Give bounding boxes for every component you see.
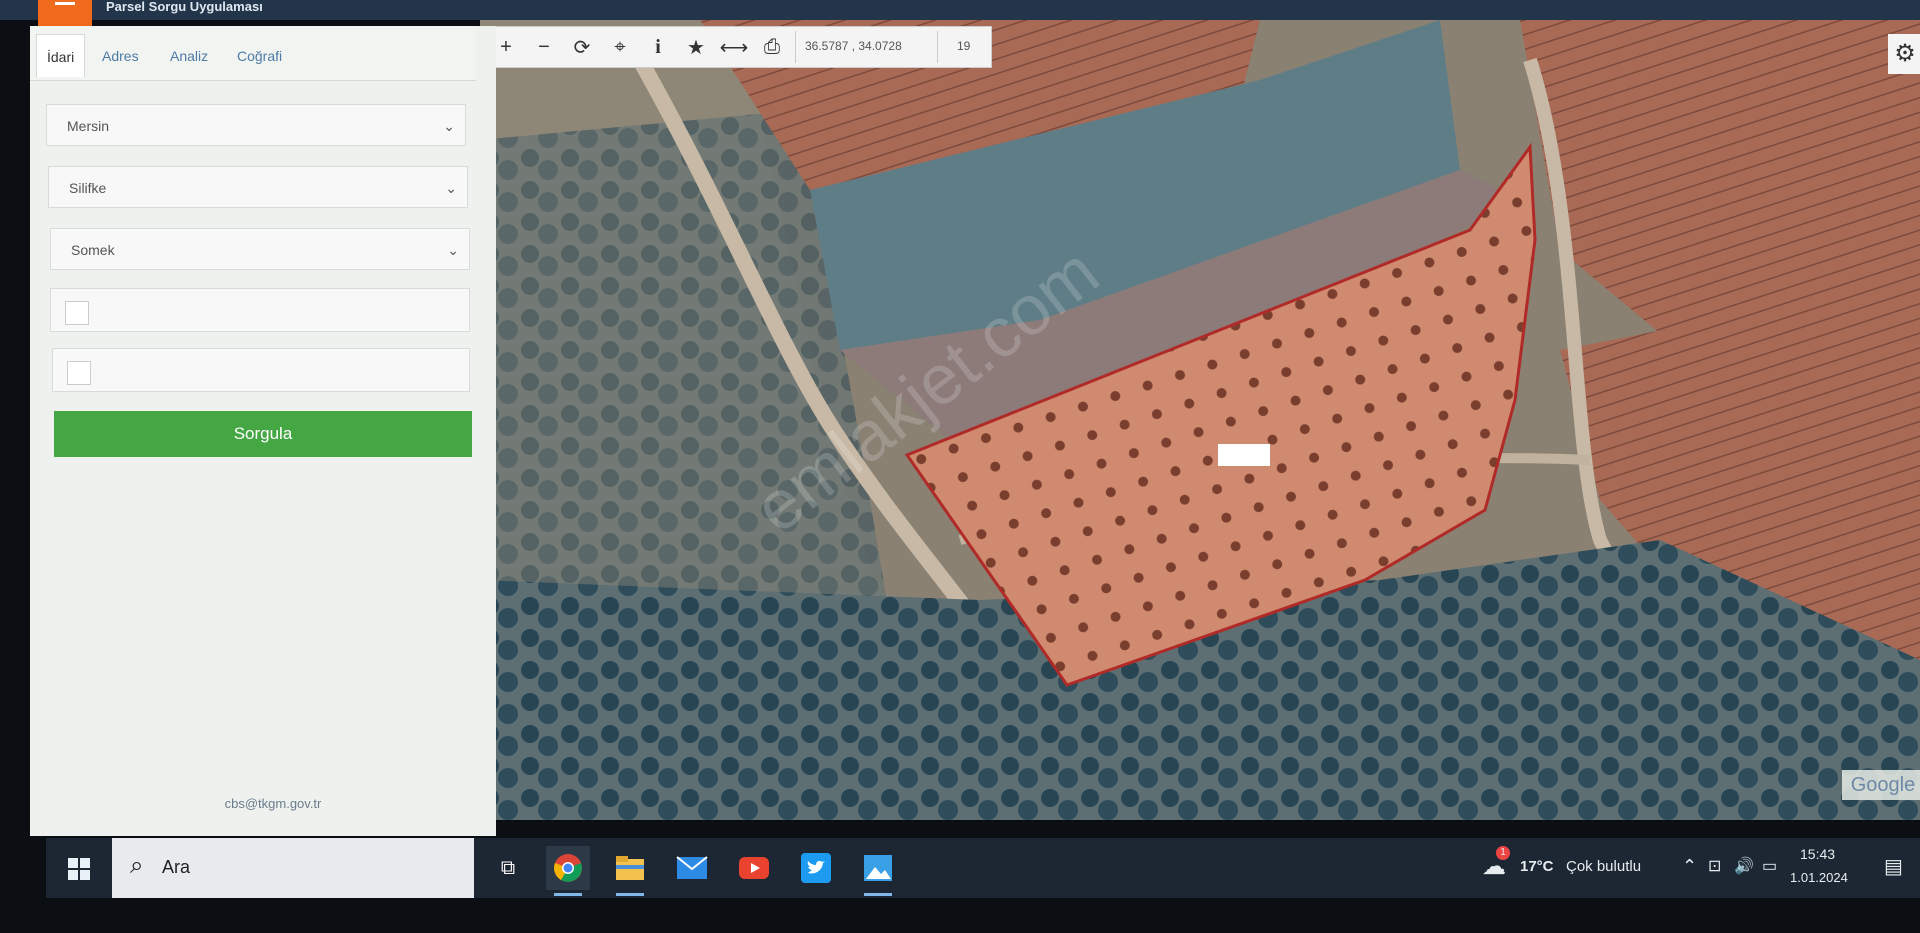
taskbar-search[interactable]: ⌕ Ara — [112, 838, 474, 898]
mail-icon[interactable] — [670, 846, 714, 890]
photos-icon[interactable] — [856, 846, 900, 896]
tab-bar: İdari Adres Analiz Coğrafi — [30, 26, 476, 81]
active-indicator — [616, 893, 644, 896]
chevron-down-icon: ⌄ — [447, 242, 459, 258]
search-icon: ⌕ — [130, 852, 144, 879]
windows-start-icon[interactable] — [68, 858, 90, 880]
chrome-icon[interactable] — [546, 846, 590, 896]
map-imagery — [480, 20, 1920, 820]
chevron-down-icon: ⌄ — [443, 118, 455, 134]
zoom-level: 19 — [957, 39, 971, 53]
province-select[interactable]: Mersin ⌄ — [46, 104, 466, 146]
sorgula-button[interactable]: Sorgula — [54, 411, 472, 457]
coordinates-readout: 36.5787 , 34.0728 — [805, 39, 902, 53]
network-icon[interactable]: ⊡ — [1708, 856, 1721, 876]
clock-time[interactable]: 15:43 — [1800, 846, 1835, 862]
map-toolbar: + − ⟳ ⌖ i ★ ⟷ ⎙ 36.5787 , 34.0728 19 — [486, 26, 992, 68]
tab-adres[interactable]: Adres — [102, 48, 139, 64]
hamburger-icon — [55, 2, 75, 5]
neighborhood-select[interactable]: Somek ⌄ — [50, 228, 470, 270]
battery-icon[interactable]: ▭ — [1762, 856, 1777, 876]
youtube-icon[interactable] — [732, 846, 776, 890]
task-view-icon[interactable]: ⧉ — [486, 846, 530, 890]
province-value: Mersin — [67, 118, 110, 134]
clock-date[interactable]: 1.01.2024 — [1790, 870, 1848, 885]
refresh-icon[interactable]: ⟳ — [563, 27, 601, 67]
block-value — [65, 301, 89, 325]
toolbar-divider — [795, 31, 796, 63]
query-panel: İdari Adres Analiz Coğrafi Mersin ⌄ Sili… — [30, 26, 496, 836]
info-icon[interactable]: i — [639, 27, 677, 67]
parcel-value — [67, 361, 91, 385]
notification-badge: 1 — [1496, 846, 1510, 860]
satellite-map[interactable]: emlakjet.com — [480, 20, 1920, 820]
menu-button[interactable] — [38, 0, 92, 26]
block-input[interactable] — [50, 288, 470, 332]
volume-icon[interactable]: 🔊 — [1734, 856, 1754, 876]
app-topbar: Parsel Sorgu Uygulaması — [0, 0, 1920, 26]
district-select[interactable]: Silifke ⌄ — [48, 166, 468, 208]
zoom-out-icon[interactable]: − — [525, 27, 563, 67]
neighborhood-value: Somek — [71, 242, 115, 258]
tab-cografi[interactable]: Coğrafi — [237, 48, 282, 64]
toolbar-divider — [937, 31, 938, 63]
contact-email[interactable]: cbs@tkgm.gov.tr — [50, 796, 496, 811]
locate-icon[interactable]: ⌖ — [601, 27, 639, 67]
active-indicator — [554, 893, 582, 896]
action-center-icon[interactable]: ▤ — [1884, 854, 1903, 879]
app-title: Parsel Sorgu Uygulaması — [106, 0, 263, 14]
google-attribution: Google — [1842, 770, 1920, 800]
weather-condition[interactable]: Çok bulutlu — [1566, 858, 1641, 875]
print-icon[interactable]: ⎙ — [753, 27, 791, 67]
measure-icon[interactable]: ⟷ — [715, 27, 753, 67]
twitter-icon[interactable] — [794, 846, 838, 890]
weather-temperature[interactable]: 17°C — [1520, 858, 1554, 875]
parcel-input[interactable] — [52, 348, 470, 392]
bookmark-icon[interactable]: ★ — [677, 27, 715, 67]
screen-bezel — [0, 898, 1920, 933]
chevron-down-icon: ⌄ — [445, 180, 457, 196]
active-indicator — [864, 893, 892, 896]
chevron-up-icon[interactable]: ⌃ — [1682, 856, 1697, 877]
file-explorer-icon[interactable] — [608, 846, 652, 896]
parcel-label — [1218, 444, 1270, 466]
tab-idari[interactable]: İdari — [36, 34, 86, 77]
gear-icon[interactable]: ⚙ — [1888, 34, 1920, 74]
windows-taskbar: ⌕ Ara ⧉ ☁ 1 17°C Çok bulutlu ⌃ ⊡ 🔊 ▭ 15:… — [46, 838, 1920, 898]
tab-analiz[interactable]: Analiz — [170, 48, 208, 64]
search-placeholder: Ara — [162, 857, 191, 877]
district-value: Silifke — [69, 180, 107, 196]
